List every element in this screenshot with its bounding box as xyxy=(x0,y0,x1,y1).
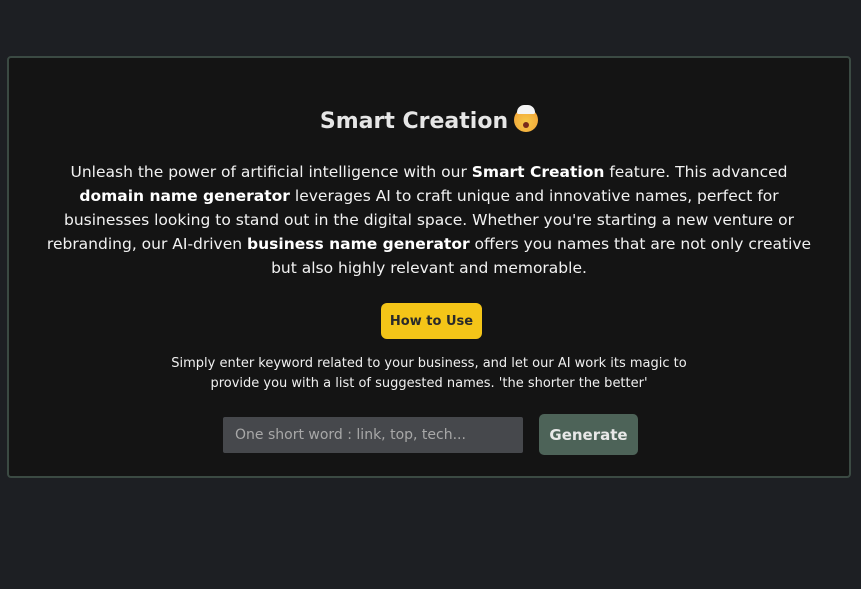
description-bold-smart-creation: Smart Creation xyxy=(471,163,605,181)
usage-hint: Simply enter keyword related to your bus… xyxy=(171,356,687,391)
description-bold-domain-name-generator: domain name generator xyxy=(79,187,290,205)
smart-creation-card: Smart Creation Unleash the power of arti… xyxy=(7,56,851,478)
section-title: Smart Creation xyxy=(9,105,849,137)
description-bold-business-name-generator: business name generator xyxy=(247,235,470,253)
description-text: feature. This advanced xyxy=(604,163,788,181)
description-text: Unleash the power of artificial intellig… xyxy=(70,163,472,181)
section-description: Unleash the power of artificial intellig… xyxy=(39,160,819,280)
chef-emoji-icon xyxy=(514,105,539,132)
generate-button[interactable]: Generate xyxy=(539,414,638,455)
how-to-use-button[interactable]: How to Use xyxy=(381,303,482,339)
section-title-text: Smart Creation xyxy=(319,109,509,134)
keyword-input[interactable] xyxy=(223,417,523,453)
